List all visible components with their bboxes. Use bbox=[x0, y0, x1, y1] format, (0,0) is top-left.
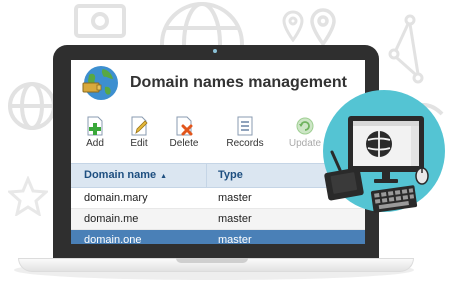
records-button-label: Records bbox=[226, 138, 264, 149]
laptop-notch bbox=[176, 258, 248, 263]
add-icon bbox=[87, 116, 103, 136]
delete-icon bbox=[176, 116, 193, 136]
delete-button-label: Delete bbox=[169, 138, 199, 149]
grid-header: Domain name ▲ Type bbox=[71, 163, 365, 188]
add-button[interactable]: Add bbox=[73, 115, 117, 149]
table-row[interactable]: domain.me master bbox=[71, 209, 365, 230]
domain-name-cell: domain.me bbox=[84, 213, 139, 225]
records-icon bbox=[237, 116, 253, 136]
app-window: Domain names management Add Edit Delete … bbox=[71, 60, 365, 244]
sort-ascending-icon: ▲ bbox=[160, 173, 168, 180]
update-icon bbox=[296, 117, 314, 135]
column-header-type[interactable]: Type bbox=[218, 169, 243, 181]
camera-icon bbox=[213, 49, 217, 53]
update-button-label: Update bbox=[288, 138, 322, 149]
type-cell: master bbox=[218, 192, 252, 204]
star-icon bbox=[8, 176, 48, 216]
edit-button[interactable]: Edit bbox=[117, 115, 161, 149]
add-button-label: Add bbox=[86, 138, 104, 149]
records-button[interactable]: Records bbox=[223, 115, 267, 149]
column-divider[interactable] bbox=[206, 164, 207, 187]
map-pin-icon bbox=[310, 8, 336, 46]
domain-name-cell: domain.one bbox=[84, 234, 142, 244]
column-header-domain-name[interactable]: Domain name ▲ bbox=[84, 169, 167, 181]
map-pin-icon bbox=[282, 10, 304, 42]
globe-icon bbox=[82, 66, 118, 100]
page-title: Domain names management bbox=[130, 74, 347, 91]
type-cell: master bbox=[218, 213, 252, 225]
domain-name-cell: domain.mary bbox=[84, 192, 148, 204]
workstation-illustration bbox=[324, 116, 429, 213]
update-button[interactable]: Update bbox=[283, 115, 327, 149]
domain-grid: Domain name ▲ Type domain.mary master dom… bbox=[71, 163, 365, 244]
table-row-selected[interactable]: domain.one master bbox=[71, 230, 365, 244]
money-bill-icon bbox=[74, 4, 126, 38]
type-cell: master bbox=[218, 234, 252, 244]
edit-icon bbox=[131, 116, 148, 136]
delete-button[interactable]: Delete bbox=[162, 115, 206, 149]
table-row[interactable]: domain.mary master bbox=[71, 188, 365, 209]
network-nodes-icon bbox=[388, 14, 424, 84]
globe-outline-icon bbox=[8, 82, 56, 130]
edit-button-label: Edit bbox=[130, 138, 148, 149]
globe-outline-icon bbox=[160, 2, 244, 46]
